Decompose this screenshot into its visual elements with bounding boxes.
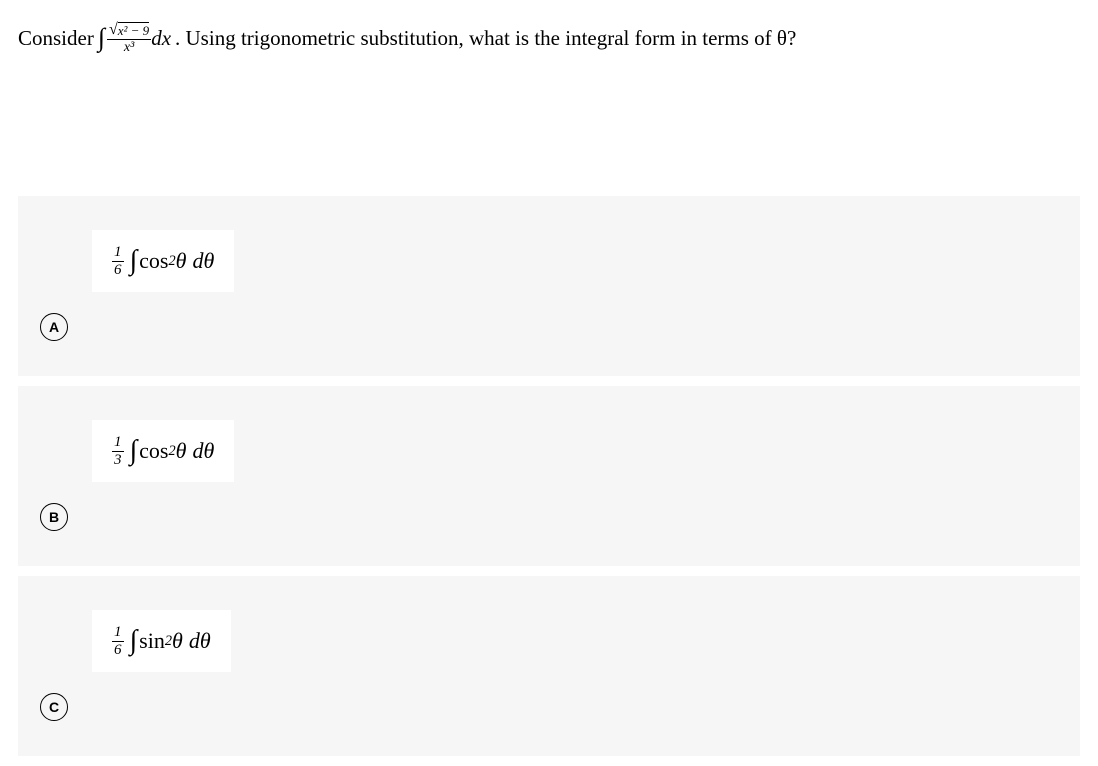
integral-sign: ∫ xyxy=(130,435,138,467)
option-b-fraction: 1 3 xyxy=(112,434,124,468)
integrand-fraction: √ x² − 9 x³ xyxy=(107,21,151,55)
answer-option-b[interactable]: 1 3 ∫ cos2θ dθ B xyxy=(18,386,1080,566)
option-letter-c: C xyxy=(40,693,68,721)
answer-list: 1 6 ∫ cos2θ dθ A 1 3 ∫ cos2θ dθ B 1 6 ∫ xyxy=(18,196,1080,766)
option-c-fraction: 1 6 xyxy=(112,624,124,658)
answer-option-c[interactable]: 1 6 ∫ sin2θ dθ C xyxy=(18,576,1080,756)
integrand-numerator: √ x² − 9 xyxy=(107,21,151,40)
option-a-math: 1 6 ∫ cos2θ dθ xyxy=(92,230,234,292)
answer-option-a[interactable]: 1 6 ∫ cos2θ dθ A xyxy=(18,196,1080,376)
option-letter-a: A xyxy=(40,313,68,341)
integrand-denominator: x³ xyxy=(122,40,136,55)
option-a-fraction: 1 6 xyxy=(112,244,124,278)
option-b-math: 1 3 ∫ cos2θ dθ xyxy=(92,420,234,482)
option-letter-b: B xyxy=(40,503,68,531)
integral-sign: ∫ xyxy=(130,625,138,657)
sqrt-body: x² − 9 xyxy=(118,22,149,38)
integral-sign: ∫ xyxy=(98,20,105,56)
dx: dx xyxy=(151,24,171,53)
question-suffix: . Using trigonometric substitution, what… xyxy=(175,24,796,53)
sqrt-sign: √ xyxy=(109,21,118,39)
question-integral: ∫ √ x² − 9 x³ dx xyxy=(98,20,171,56)
integral-sign: ∫ xyxy=(130,245,138,277)
question-stem: Consider ∫ √ x² − 9 x³ dx . Using trigon… xyxy=(18,20,1080,56)
option-c-math: 1 6 ∫ sin2θ dθ xyxy=(92,610,231,672)
question-prefix: Consider xyxy=(18,24,94,53)
